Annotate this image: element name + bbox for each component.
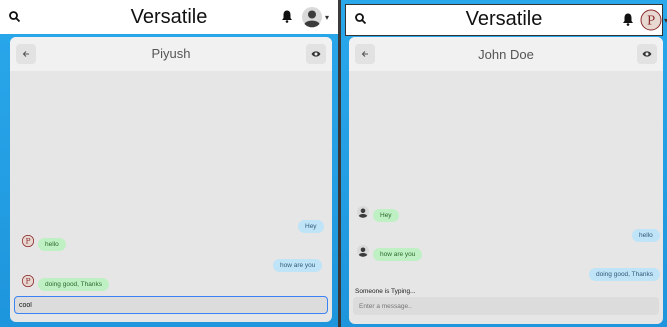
right-window: Versatile P ▾ John Doe Hey hello how are… bbox=[341, 0, 667, 327]
eye-icon bbox=[311, 51, 321, 57]
chat-panel: Piyush Hey P hello how are you P doing g… bbox=[10, 37, 332, 322]
message-bubble: hello bbox=[632, 229, 660, 243]
svg-text:P: P bbox=[647, 14, 655, 28]
svg-text:P: P bbox=[25, 277, 30, 286]
eye-icon bbox=[642, 51, 652, 57]
left-window: Versatile ▾ Piyush Hey P hello how are y… bbox=[0, 0, 338, 327]
chat-header: John Doe bbox=[349, 37, 663, 71]
sender-avatar: P bbox=[22, 275, 34, 287]
message-input[interactable] bbox=[14, 296, 328, 314]
message-input[interactable] bbox=[353, 297, 659, 315]
bell-icon[interactable] bbox=[622, 12, 634, 26]
sender-avatar bbox=[357, 206, 369, 218]
svg-text:P: P bbox=[25, 237, 30, 246]
top-bar: Versatile ▾ bbox=[0, 0, 338, 34]
message-bubble: how are you bbox=[373, 248, 423, 262]
sender-avatar: P bbox=[22, 235, 34, 247]
view-profile-button[interactable] bbox=[637, 44, 657, 64]
message-bubble: Hey bbox=[373, 209, 399, 223]
chat-header: Piyush bbox=[10, 37, 332, 71]
view-profile-button[interactable] bbox=[306, 44, 326, 64]
message-bubble: Hey bbox=[298, 220, 324, 234]
chevron-down-icon[interactable]: ▾ bbox=[325, 13, 329, 22]
chat-title: John Doe bbox=[478, 47, 534, 62]
top-bar: Versatile P ▾ bbox=[345, 4, 667, 36]
message-bubble: hello bbox=[38, 238, 66, 252]
sender-avatar bbox=[357, 245, 369, 257]
user-avatar[interactable]: P bbox=[640, 9, 662, 31]
app-title: Versatile bbox=[465, 8, 543, 30]
chat-title: Piyush bbox=[151, 46, 191, 61]
message-bubble: doing good, Thanks bbox=[38, 278, 109, 292]
message-bubble: how are you bbox=[273, 259, 323, 273]
bell-icon[interactable] bbox=[281, 9, 293, 23]
chat-panel: John Doe Hey hello how are you doing goo… bbox=[349, 37, 663, 324]
message-bubble: doing good, Thanks bbox=[589, 268, 660, 282]
user-avatar[interactable] bbox=[301, 6, 323, 28]
typing-indicator: Someone is Typing... bbox=[355, 288, 416, 295]
